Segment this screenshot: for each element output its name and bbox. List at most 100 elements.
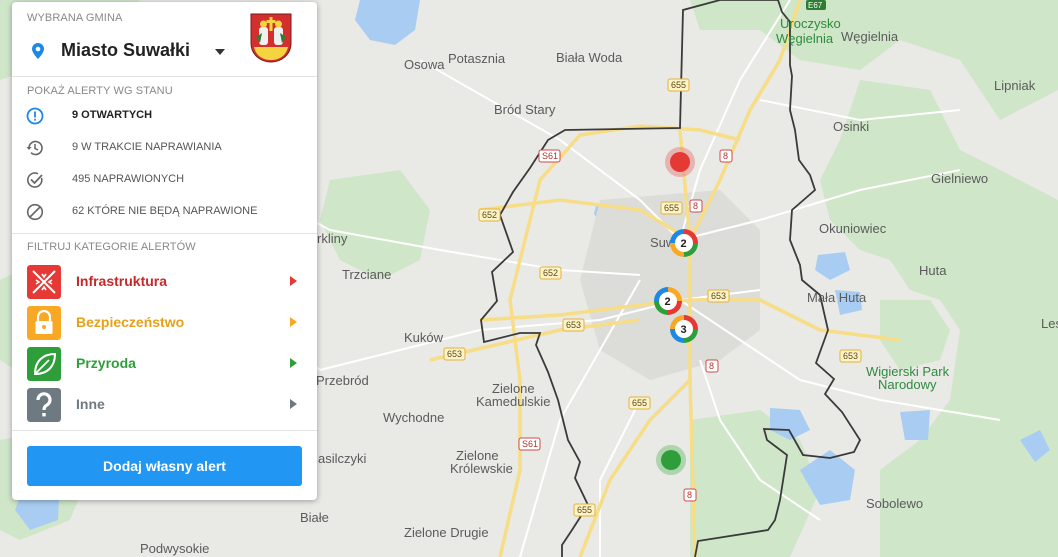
place-label: Okuniowiec [819,221,887,236]
question-icon [27,388,61,422]
place-label: Osinki [833,119,869,134]
svg-text:3: 3 [681,324,687,336]
category-infrastruktura[interactable]: Infrastruktura [12,263,317,304]
category-inne[interactable]: Inne [12,386,317,427]
alert-cluster[interactable]: 2 [670,229,698,257]
svg-text:8: 8 [693,201,698,211]
road-shield: 8 [719,149,733,163]
location-pin-icon [32,43,44,59]
svg-text:655: 655 [577,505,592,515]
divider [12,430,317,431]
place-label: rkliny [317,231,348,246]
place-label: Narodowy [878,377,937,392]
alert-marker-red[interactable] [665,147,695,177]
status-label: 62 KTÓRE NIE BĘDĄ NAPRAWIONE [72,205,258,217]
leaf-icon [27,347,61,381]
divider [12,76,317,77]
alert-panel: WYBRANA GMINA Miasto Suwałki POKAŻ ALERT… [12,2,317,500]
gmina-header: WYBRANA GMINA [27,12,123,24]
status-label: 9 W TRAKCIE NAPRAWIANIA [72,141,222,153]
svg-text:2: 2 [681,238,687,250]
place-label: Kuków [404,330,444,345]
category-label: Inne [76,396,105,412]
road-shield: 652 [539,266,562,280]
category-bezpieczenstwo[interactable]: Bezpieczeństwo [12,304,317,345]
chevron-right-icon [290,276,297,286]
svg-text:2: 2 [665,296,671,308]
svg-text:S61: S61 [542,151,558,161]
gmina-name: Miasto Suwałki [61,40,191,60]
status-label: 9 OTWARTYCH [72,109,153,121]
road-shield: 655 [660,201,683,215]
infrastructure-icon [27,265,61,299]
place-label: Osowa [404,57,445,72]
road-shield: 655 [573,503,596,517]
category-label: Infrastruktura [76,273,168,289]
place-label: Wychodne [383,410,444,425]
svg-text:652: 652 [482,210,497,220]
place-label: Białe [300,510,329,525]
divider [12,233,317,234]
svg-text:8: 8 [709,361,714,371]
svg-text:655: 655 [664,203,679,213]
svg-text:655: 655 [632,398,647,408]
chevron-down-icon [215,49,225,55]
status-filter-wont-fix[interactable]: 62 KTÓRE NIE BĘDĄ NAPRAWIONE [12,196,317,228]
place-label: Trzciane [342,267,391,282]
road-shield: 652 [478,208,501,222]
road-shield: 653 [839,349,862,363]
road-shield: 655 [628,396,651,410]
chevron-right-icon [290,399,297,409]
status-filter-open[interactable]: 9 OTWARTYCH [12,100,317,132]
svg-text:8: 8 [723,151,728,161]
svg-text:653: 653 [566,320,581,330]
svg-text:8: 8 [687,490,692,500]
place-label: Biała Woda [556,50,623,65]
place-label: Potasznia [448,51,506,66]
place-label: asilczyki [318,451,367,466]
gmina-select[interactable]: Miasto Suwałki [26,30,236,70]
add-alert-button[interactable]: Dodaj własny alert [27,446,302,486]
place-label: Przebród [316,373,369,388]
alert-marker-green[interactable] [656,445,686,475]
place-label: Uroczysko [780,16,841,31]
svg-text:S61: S61 [522,439,538,449]
category-przyroda[interactable]: Przyroda [12,345,317,386]
svg-text:653: 653 [711,291,726,301]
category-label: Bezpieczeństwo [76,314,185,330]
road-shield: S61 [538,149,561,163]
category-label: Przyroda [76,355,136,371]
history-icon [26,140,43,156]
road-shield: 653 [707,289,730,303]
svg-text:653: 653 [843,351,858,361]
road-shield: 8 [705,359,719,373]
road-shield: 653 [443,347,466,361]
city-crest-logo [250,13,292,63]
svg-text:653: 653 [447,349,462,359]
lock-icon [27,306,61,340]
place-label: Królewskie [450,461,513,476]
place-label: Gielniewo [931,171,988,186]
alert-cluster[interactable]: 2 [654,287,682,315]
svg-text:E67: E67 [808,1,823,10]
status-filter-fixed[interactable]: 495 NAPRAWIONYCH [12,164,317,196]
place-label: Sobolewo [866,496,923,511]
place-label: Kamedulskie [476,394,550,409]
alert-cluster[interactable]: 3 [670,315,698,343]
place-label: Mała Huta [807,290,867,305]
category-header: FILTRUJ KATEGORIE ALERTÓW [27,241,196,253]
place-label: Lipniak [994,78,1036,93]
svg-text:652: 652 [543,268,558,278]
place-label: Węgielnia [776,31,834,46]
road-shield: 8 [689,199,703,213]
road-shield: 655 [667,78,690,92]
status-filter-in-progress[interactable]: 9 W TRAKCIE NAPRAWIANIA [12,132,317,164]
place-label: Les [1041,316,1058,331]
status-header: POKAŻ ALERTY WG STANU [27,85,173,97]
road-shield: 8 [683,488,697,502]
chevron-right-icon [290,317,297,327]
place-label: Zielone Drugie [404,525,489,540]
svg-text:655: 655 [671,80,686,90]
place-label: Podwysokie [140,541,209,556]
place-label: Huta [919,263,947,278]
